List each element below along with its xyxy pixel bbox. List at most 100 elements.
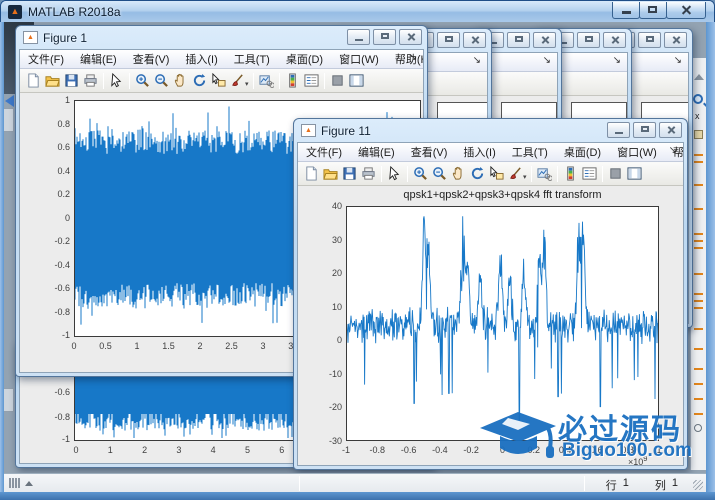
menu-item-5[interactable]: 桌面(D): [556, 144, 609, 160]
menu-item-3[interactable]: 插入(I): [177, 51, 225, 67]
link-plot-button[interactable]: [257, 72, 276, 90]
maximize-button[interactable]: [373, 29, 396, 45]
figure11-menubar[interactable]: 文件(F)编辑(E)查看(V)插入(I)工具(T)桌面(D)窗口(W)帮助(H)…: [298, 143, 683, 162]
zoom-in-button[interactable]: [411, 165, 430, 183]
close-button[interactable]: [533, 32, 556, 48]
warning-marker[interactable]: [694, 300, 703, 302]
close-button[interactable]: [664, 32, 687, 48]
maximize-button[interactable]: [638, 32, 661, 48]
pan-button[interactable]: [171, 72, 190, 90]
open-file-button[interactable]: [321, 165, 340, 183]
warning-marker[interactable]: [694, 348, 703, 350]
hide-plot-tools-button[interactable]: [606, 165, 625, 183]
menu-item-0[interactable]: 文件(F): [20, 51, 72, 67]
warning-marker[interactable]: [694, 293, 703, 295]
dock-figure-icon[interactable]: ↘: [543, 55, 551, 66]
hide-plot-tools-button[interactable]: [328, 72, 347, 90]
zoom-in-button[interactable]: [133, 72, 152, 90]
rotate-3d-button[interactable]: [468, 165, 487, 183]
close-button[interactable]: [659, 122, 682, 138]
insert-legend-button[interactable]: [302, 72, 321, 90]
save-figure-button[interactable]: [340, 165, 359, 183]
figure1-menubar[interactable]: 文件(F)编辑(E)查看(V)插入(I)工具(T)桌面(D)窗口(W)帮助(H)…: [20, 50, 423, 69]
maximize-button[interactable]: [507, 32, 530, 48]
edit-plot-button[interactable]: [107, 72, 126, 90]
close-button[interactable]: [603, 32, 626, 48]
scroll-up-icon[interactable]: [694, 74, 704, 80]
close-button[interactable]: [463, 32, 486, 48]
figure11-toolbar[interactable]: ▾: [298, 162, 683, 186]
warning-marker[interactable]: [694, 233, 703, 235]
figure1-toolbar[interactable]: ▾: [20, 69, 423, 93]
maximize-button[interactable]: [633, 122, 656, 138]
print-figure-button[interactable]: [81, 72, 100, 90]
show-plot-tools-button[interactable]: [625, 165, 644, 183]
menu-item-2[interactable]: 查看(V): [403, 144, 456, 160]
close-button[interactable]: [666, 2, 706, 19]
dock-figure-icon[interactable]: ↘: [613, 55, 621, 66]
brush-dropdown-icon[interactable]: ▾: [523, 173, 527, 181]
warning-marker[interactable]: [694, 240, 703, 242]
maximize-button[interactable]: [437, 32, 460, 48]
menu-item-7[interactable]: 帮助(H): [387, 51, 424, 67]
close-icon[interactable]: x: [695, 111, 700, 121]
collapsed-panel-tab[interactable]: [4, 108, 14, 132]
insert-colorbar-button[interactable]: [283, 72, 302, 90]
menu-item-1[interactable]: 编辑(E): [350, 144, 403, 160]
menu-item-6[interactable]: 窗口(W): [331, 51, 387, 67]
link-plot-button[interactable]: [535, 165, 554, 183]
warning-marker[interactable]: [694, 154, 703, 156]
insert-legend-button[interactable]: [580, 165, 599, 183]
warning-marker[interactable]: [694, 161, 703, 163]
warning-marker[interactable]: [694, 307, 703, 309]
warning-marker[interactable]: [694, 383, 703, 385]
figure11-titlebar[interactable]: ▲ Figure 11: [294, 119, 687, 142]
resize-grip[interactable]: [693, 480, 703, 490]
warning-marker[interactable]: [694, 184, 703, 186]
menu-item-2[interactable]: 查看(V): [125, 51, 178, 67]
warning-marker[interactable]: [694, 247, 703, 249]
menu-item-1[interactable]: 编辑(E): [72, 51, 125, 67]
menu-item-3[interactable]: 插入(I): [455, 144, 503, 160]
data-cursor-button[interactable]: [209, 72, 228, 90]
zoom-out-button[interactable]: [430, 165, 449, 183]
print-figure-button[interactable]: [359, 165, 378, 183]
minimize-button[interactable]: [612, 2, 640, 19]
menu-item-0[interactable]: 文件(F): [298, 144, 350, 160]
search-icon[interactable]: [693, 94, 703, 104]
data-cursor-button[interactable]: [487, 165, 506, 183]
rotate-3d-button[interactable]: [190, 72, 209, 90]
show-plot-tools-button[interactable]: [347, 72, 366, 90]
edit-plot-button[interactable]: [385, 165, 404, 183]
brush-dropdown-icon[interactable]: ▾: [245, 80, 249, 88]
warning-marker[interactable]: [694, 328, 703, 330]
minimize-button[interactable]: [347, 29, 370, 45]
close-button[interactable]: [399, 29, 422, 45]
dock-figure-icon[interactable]: ↘: [409, 52, 417, 63]
main-titlebar[interactable]: ▲ MATLAB R2018a: [1, 1, 714, 22]
zoom-out-button[interactable]: [152, 72, 171, 90]
new-figure-button[interactable]: [302, 165, 321, 183]
warning-marker[interactable]: [694, 208, 703, 210]
maximize-button[interactable]: [577, 32, 600, 48]
dock-figure-icon[interactable]: ↘: [473, 55, 481, 66]
warning-marker[interactable]: [694, 273, 703, 275]
save-figure-button[interactable]: [62, 72, 81, 90]
menu-item-5[interactable]: 桌面(D): [278, 51, 331, 67]
dock-figure-icon[interactable]: ↘: [669, 145, 677, 156]
maximize-button[interactable]: [639, 2, 667, 19]
menu-item-6[interactable]: 窗口(W): [609, 144, 665, 160]
menu-item-4[interactable]: 工具(T): [226, 51, 278, 67]
minimized-toolbar-icon[interactable]: [9, 478, 33, 488]
back-arrow-icon[interactable]: [5, 95, 14, 107]
dock-figure-icon[interactable]: ↘: [674, 55, 682, 66]
pan-button[interactable]: [449, 165, 468, 183]
figure1-titlebar[interactable]: ▲ Figure 1: [16, 26, 427, 49]
new-figure-button[interactable]: [24, 72, 43, 90]
insert-colorbar-button[interactable]: [561, 165, 580, 183]
minimize-button[interactable]: [607, 122, 630, 138]
warning-marker[interactable]: [694, 368, 703, 370]
collapsed-panel-tab[interactable]: [4, 388, 14, 412]
menu-item-4[interactable]: 工具(T): [504, 144, 556, 160]
open-file-button[interactable]: [43, 72, 62, 90]
